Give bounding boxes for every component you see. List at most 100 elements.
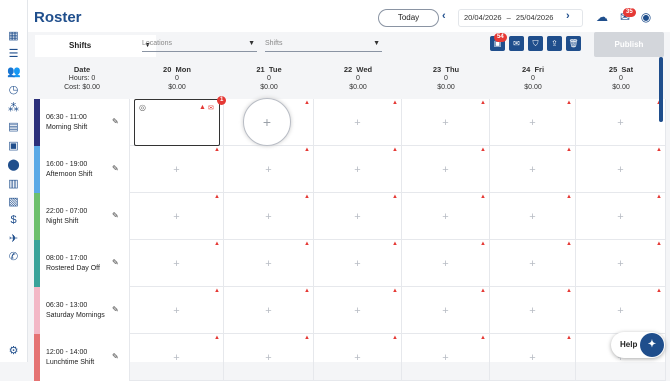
today-button[interactable]: Today <box>378 9 439 27</box>
roster-cell[interactable]: +▲ <box>576 146 666 193</box>
location-icon[interactable]: ⬤ <box>7 159 20 172</box>
plus-icon: + <box>173 258 180 270</box>
roster-cell[interactable]: +▲ <box>576 240 666 287</box>
edit-icon[interactable]: ✎ <box>112 305 119 314</box>
roster-cell[interactable]: +▲ <box>490 193 576 240</box>
roster-cell[interactable]: +▲ <box>130 334 224 381</box>
roster-cell[interactable]: +▲ <box>490 99 576 146</box>
shift-name: Afternoon Shift <box>46 171 93 178</box>
roster-cell[interactable]: +▲ <box>402 240 490 287</box>
roster-cell[interactable]: +▲ <box>490 240 576 287</box>
plus-icon: + <box>442 164 449 176</box>
roster-cell[interactable]: +▲ <box>224 193 314 240</box>
delete-button[interactable]: 🗑 <box>566 36 581 51</box>
day-hours: 0 <box>267 75 271 82</box>
dashboard-icon[interactable]: ▦ <box>7 30 20 43</box>
add-shift-highlight[interactable]: + <box>243 98 291 146</box>
view-select[interactable]: Shifts ▼ <box>35 35 156 57</box>
selected-roster-cell[interactable]: ◎ ▲ ✉ 1 <box>134 96 227 146</box>
date-separator: – <box>506 13 511 22</box>
locations-placeholder: Locations <box>142 40 172 47</box>
day-name: Thu <box>445 65 460 74</box>
roster-cell[interactable]: +▲ <box>130 240 224 287</box>
clock-icon[interactable]: ◷ <box>7 84 20 97</box>
dollar-icon[interactable]: $ <box>7 214 20 227</box>
roster-cell[interactable]: +▲ <box>224 146 314 193</box>
plane-icon[interactable]: ✈ <box>7 233 20 246</box>
person-icon: ▲ <box>656 147 662 153</box>
edit-icon[interactable]: ✎ <box>112 164 119 173</box>
phone-icon[interactable]: ✆ <box>7 251 20 264</box>
account-icon[interactable]: ◉ <box>639 10 653 24</box>
plus-icon: + <box>442 258 449 270</box>
roster-cell[interactable]: +▲ <box>224 240 314 287</box>
roster-cell[interactable]: +▲ <box>576 193 666 240</box>
group-icon[interactable]: 👥 <box>7 66 21 79</box>
roster-cell[interactable]: +▲ <box>402 334 490 381</box>
shift-color-bar <box>34 193 40 240</box>
day-header-tue: 21 Tue 0 $0.00 <box>224 57 314 99</box>
building-icon[interactable]: ▥ <box>7 178 20 191</box>
vertical-scrollbar[interactable] <box>659 57 663 122</box>
prev-week-icon[interactable]: ‹ <box>442 10 446 22</box>
roster-cell[interactable]: +▲ <box>576 287 666 334</box>
help-button[interactable]: Help ✦ <box>611 332 665 358</box>
share-button[interactable]: ⇪ <box>547 36 562 51</box>
org-icon[interactable]: ⁂ <box>7 102 20 115</box>
email-button[interactable]: ✉ <box>509 36 524 51</box>
shifts-filter-select[interactable]: Shifts ▼ <box>265 37 382 52</box>
roster-cell[interactable]: +▲ <box>224 287 314 334</box>
day-number: 23 <box>432 65 442 74</box>
roster-cell[interactable]: +▲ <box>314 287 402 334</box>
roster-cell[interactable]: +▲ <box>490 287 576 334</box>
roster-cell[interactable]: +▲ <box>314 146 402 193</box>
plus-icon: + <box>265 164 272 176</box>
roster-cell[interactable]: +▲ <box>402 99 490 146</box>
shift-time: 22:00 - 07:00 <box>46 208 88 215</box>
roster-cell[interactable]: +▲ <box>130 146 224 193</box>
roster-cell[interactable]: +▲ <box>490 146 576 193</box>
plus-icon: + <box>265 258 272 270</box>
person-icon: ▲ <box>566 241 572 247</box>
plus-icon: + <box>354 258 361 270</box>
edit-icon[interactable]: ✎ <box>112 258 119 267</box>
clipboard-icon[interactable]: ▤ <box>7 121 20 134</box>
plus-icon: + <box>529 258 536 270</box>
toolbar: Shifts ▼ Locations ▼ Shifts ▼ ▣ 54 ✉ ⛉ ⇪… <box>28 32 670 57</box>
edit-icon[interactable]: ✎ <box>112 352 119 361</box>
cloud-icon[interactable]: ☁ <box>595 10 609 24</box>
day-cost: $0.00 <box>349 84 367 91</box>
publish-button[interactable]: Publish <box>594 32 664 57</box>
calendar-icon[interactable]: ▣ <box>7 140 20 153</box>
roster-cell[interactable]: +▲ <box>490 334 576 381</box>
roster-cell[interactable]: +▲ <box>314 99 402 146</box>
roster-cell[interactable]: +▲ <box>130 193 224 240</box>
shield-button[interactable]: ⛉ <box>528 36 543 51</box>
shift-name: Rostered Day Off <box>46 265 100 272</box>
roster-cell[interactable]: +▲ <box>402 146 490 193</box>
roster-cell[interactable]: +▲ <box>314 334 402 381</box>
shift-name: Morning Shift <box>46 124 88 131</box>
plus-icon: + <box>173 211 180 223</box>
roster-cell[interactable]: +▲ <box>402 287 490 334</box>
roster-cell[interactable]: +▲ <box>576 99 666 146</box>
date-range-picker[interactable]: 20/04/2026 – 25/04/2026 <box>458 9 583 27</box>
roster-cell[interactable]: +▲ <box>402 193 490 240</box>
roster-cell[interactable]: +▲ <box>314 240 402 287</box>
next-week-icon[interactable]: › <box>566 10 570 22</box>
edit-icon[interactable]: ✎ <box>112 117 119 126</box>
day-cost: $0.00 <box>524 84 542 91</box>
list-icon[interactable]: ☰ <box>7 48 20 61</box>
locations-select[interactable]: Locations ▼ <box>142 37 257 52</box>
roster-cell[interactable]: +▲ <box>224 334 314 381</box>
view-select-value: Shifts <box>69 41 92 50</box>
edit-icon[interactable]: ✎ <box>112 211 119 220</box>
plus-icon: + <box>617 258 624 270</box>
plus-icon: + <box>529 211 536 223</box>
check-circle-icon[interactable]: ◎ <box>139 103 146 112</box>
roster-cell[interactable]: +▲ <box>130 287 224 334</box>
document-icon[interactable]: ▧ <box>7 196 20 209</box>
settings-icon[interactable]: ⚙ <box>7 345 20 358</box>
roster-cell[interactable]: +▲ <box>314 193 402 240</box>
day-hours: 0 <box>444 75 448 82</box>
